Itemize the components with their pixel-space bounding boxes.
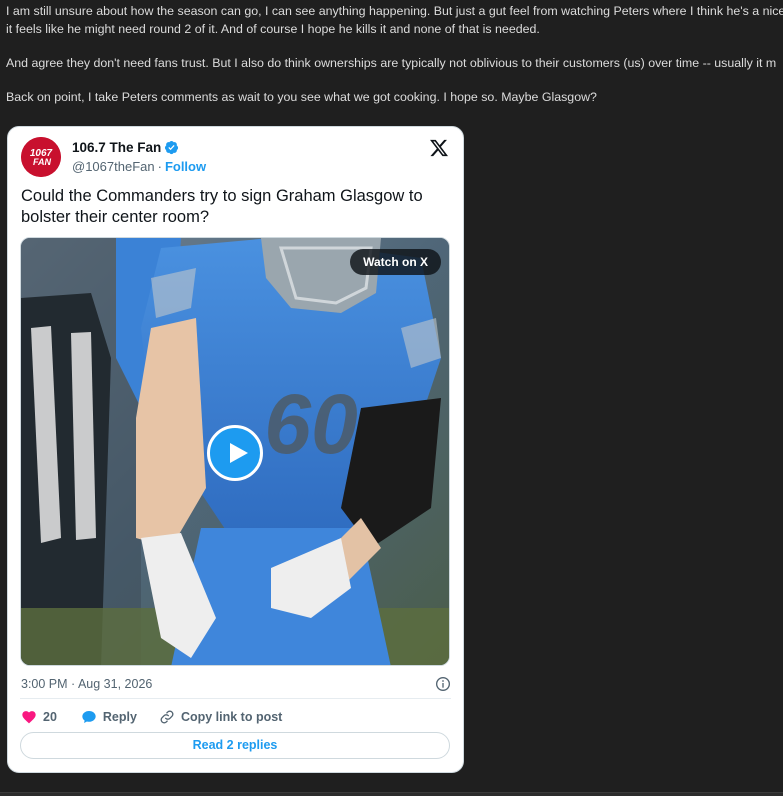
account-name[interactable]: 106.7 The Fan [72,140,161,155]
follow-link[interactable]: Follow [165,159,206,174]
copy-link-label: Copy link to post [180,710,283,724]
post-line: I am still unsure about how the season c… [6,4,783,18]
tweet-text: Could the Commanders try to sign Graham … [21,187,423,226]
bottom-divider [0,792,783,796]
tweet-actions: 20 Reply Copy link to post [21,707,282,727]
post-paragraph-1: I am still unsure about how the season c… [6,2,783,38]
divider [20,698,451,699]
post-paragraph-3: Back on point, I take Peters comments as… [6,90,597,104]
link-icon [160,710,174,724]
embedded-tweet-card[interactable]: 1067 FAN 106.7 The Fan @1067theFan · Fol… [7,126,464,773]
account-handle-row: @1067theFan · Follow [72,159,206,174]
x-logo-icon[interactable] [429,138,449,158]
reply-label: Reply [102,710,137,724]
post-paragraph-2: And agree they don't need fans trust. Bu… [6,56,777,70]
info-icon[interactable] [435,676,451,692]
like-button[interactable]: 20 [21,709,57,725]
tweet-header: 1067 FAN 106.7 The Fan @1067theFan · Fol… [20,137,451,181]
verified-badge-icon [164,140,179,155]
speech-bubble-icon [82,711,96,723]
handle-separator: · [157,159,162,174]
avatar-text-bottom: FAN [33,157,52,167]
post-line: it feels like he might need round 2 of i… [6,22,540,36]
jersey-number: 60 [264,377,357,471]
timestamp-row: 3:00 PM · Aug 31, 2026 [21,674,451,694]
play-button[interactable] [207,425,263,481]
watch-on-x-button[interactable]: Watch on X [350,249,441,275]
avatar[interactable]: 1067 FAN [21,137,61,177]
reply-button[interactable]: Reply [81,709,137,725]
account-handle[interactable]: @1067theFan [72,159,155,174]
tweet-timestamp[interactable]: 3:00 PM · Aug 31, 2026 [21,677,152,691]
read-replies-button[interactable]: Read 2 replies [20,732,450,759]
video-thumbnail[interactable]: 60 Watch on X [20,237,450,666]
like-count: 20 [43,710,57,724]
forum-post-body: I am still unsure about how the season c… [6,2,783,106]
copy-link-button[interactable]: Copy link to post [159,709,282,725]
account-name-row[interactable]: 106.7 The Fan [72,140,179,155]
heart-icon [22,711,36,724]
play-icon [230,443,248,463]
